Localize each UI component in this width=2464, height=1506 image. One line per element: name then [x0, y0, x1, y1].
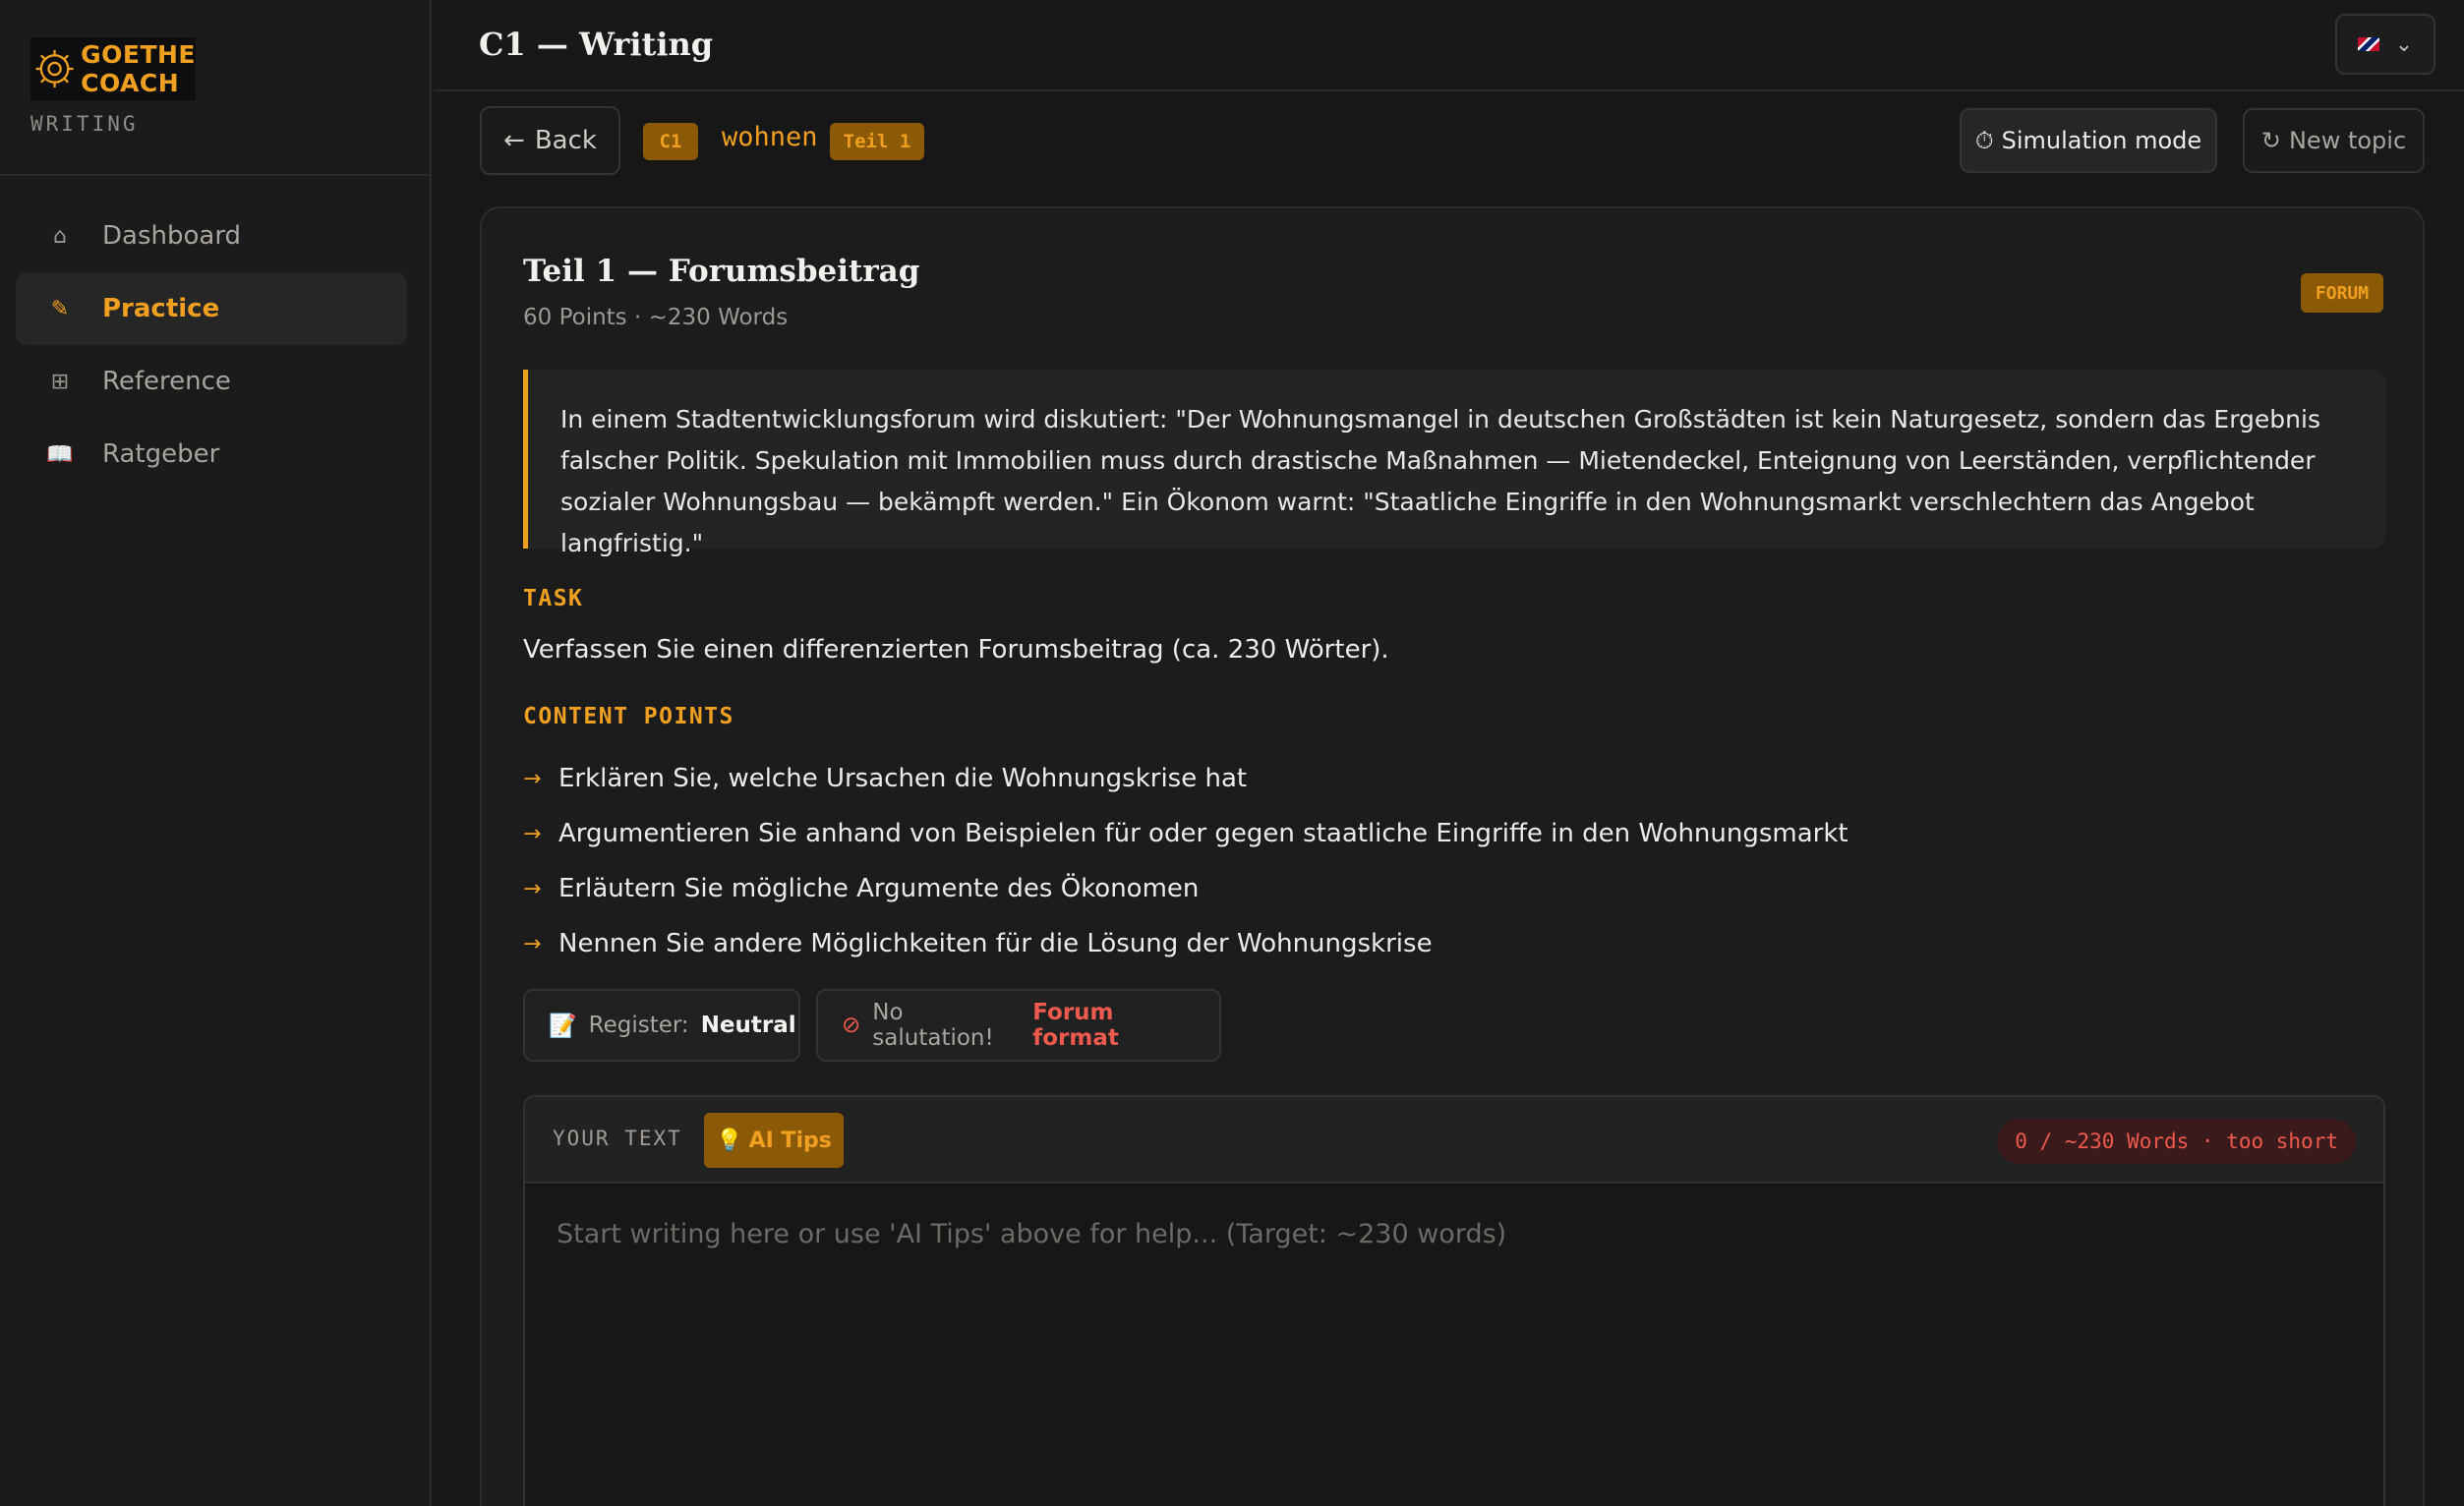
new-topic-label: New topic [2288, 127, 2407, 154]
logo-line-1: GOETHE [81, 40, 196, 69]
pencil-icon: ✎ [50, 296, 70, 321]
point-text: Nennen Sie andere Möglichkeiten für die … [558, 929, 1433, 958]
arrow-right-icon: → [523, 821, 542, 846]
arrow-right-icon: → [523, 931, 542, 956]
sidebar-item-label: Ratgeber [102, 439, 220, 469]
list-item: → Argumentieren Sie anhand von Beispiele… [523, 806, 1848, 861]
sidebar-item-label: Practice [102, 294, 220, 323]
prompt-quote: In einem Stadtentwicklungsforum wird dis… [523, 370, 2385, 557]
point-text: Erklären Sie, welche Ursachen die Wohnun… [558, 764, 1248, 793]
task-text: Verfassen Sie einen differenzierten Foru… [523, 635, 1389, 665]
part-badge: Teil 1 [830, 123, 924, 160]
brand[interactable]: GOETHE COACH WRITING [30, 37, 196, 136]
list-item: → Erläutern Sie mögliche Argumente des Ö… [523, 861, 1848, 916]
register-prefix: Register: [588, 1013, 689, 1038]
topic-label: wohnen [722, 122, 818, 152]
refresh-icon: ↻ [2260, 127, 2281, 154]
task-label: TASK [523, 586, 584, 611]
point-text: Argumentieren Sie anhand von Beispielen … [558, 819, 1848, 848]
logo-gear-icon [35, 49, 74, 88]
memo-icon: 📝 [549, 1013, 577, 1039]
book-icon: 📖 [46, 441, 74, 467]
sidebar: GOETHE COACH WRITING ⌂ Dashboard ✎ Pract… [0, 0, 432, 1506]
level-badge: C1 [643, 123, 698, 160]
language-selector[interactable]: ⌄ [2335, 14, 2435, 75]
chevron-down-icon: ⌄ [2394, 31, 2414, 57]
sidebar-item-ratgeber[interactable]: 📖 Ratgeber [16, 418, 407, 491]
task-card: Teil 1 — Forumsbeitrag 60 Points · ~230 … [480, 206, 2425, 1506]
new-topic-button[interactable]: ↻ New topic [2243, 108, 2425, 173]
point-text: Erläutern Sie mögliche Argumente des Öko… [558, 874, 1200, 903]
sidebar-item-label: Reference [102, 367, 231, 396]
grid-icon: ⊞ [50, 369, 70, 394]
sidebar-item-dashboard[interactable]: ⌂ Dashboard [16, 200, 407, 272]
arrow-right-icon: → [523, 876, 542, 901]
arrow-right-icon: → [523, 766, 542, 791]
your-text-label: YOUR TEXT [553, 1127, 682, 1150]
sidebar-nav: ⌂ Dashboard ✎ Practice ⊞ Reference 📖 Rat… [16, 200, 407, 491]
salutation-pill: ⊘ No salutation! Forum format [816, 989, 1221, 1062]
task-title: Teil 1 — Forumsbeitrag [523, 254, 920, 289]
content-points-label: CONTENT POINTS [523, 704, 734, 729]
simulation-mode-button[interactable]: ⏱ Simulation mode [1960, 108, 2217, 173]
answer-textarea[interactable] [525, 1184, 2383, 1506]
back-button[interactable]: ← Back [480, 106, 620, 175]
logo: GOETHE COACH [30, 37, 196, 100]
word-count-badge: 0 / ~230 Words · too short [1997, 1119, 2356, 1164]
lightbulb-icon: 💡 [716, 1128, 743, 1153]
logo-text: GOETHE COACH [81, 40, 196, 97]
list-item: → Erklären Sie, welche Ursachen die Wohn… [523, 751, 1848, 806]
no-entry-icon: ⊘ [842, 1013, 861, 1038]
forum-badge: FORUM [2301, 273, 2383, 313]
text-editor: YOUR TEXT 💡 AI Tips 0 / ~230 Words · too… [523, 1095, 2385, 1506]
timer-icon: ⏱ [1974, 127, 1994, 154]
editor-header: YOUR TEXT 💡 AI Tips 0 / ~230 Words · too… [525, 1097, 2383, 1184]
salutation-value: Forum format [1032, 1000, 1119, 1051]
home-icon: ⌂ [53, 223, 67, 249]
back-button-label: Back [534, 126, 597, 155]
sidebar-item-label: Dashboard [102, 221, 242, 251]
task-toolbar: ← Back C1 wohnen Teil 1 ⏱ Simulation mod… [480, 106, 2425, 175]
page-title: C1 — Writing [479, 26, 714, 63]
register-pill: 📝 Register: Neutral [523, 989, 800, 1062]
ai-tips-button[interactable]: 💡 AI Tips [704, 1113, 844, 1168]
brand-subtitle: WRITING [30, 112, 139, 136]
sidebar-item-practice[interactable]: ✎ Practice [16, 272, 407, 345]
uk-flag-icon [2357, 37, 2379, 51]
top-header: C1 — Writing ⌄ [434, 0, 2464, 91]
list-item: → Nennen Sie andere Möglichkeiten für di… [523, 916, 1848, 971]
ai-tips-label: AI Tips [748, 1128, 832, 1153]
salutation-prefix: No salutation! [872, 1000, 994, 1051]
logo-line-2: COACH [81, 69, 180, 97]
simulation-mode-label: Simulation mode [2001, 127, 2202, 154]
content-points-list: → Erklären Sie, welche Ursachen die Wohn… [523, 751, 1848, 971]
register-value: Neutral [700, 1013, 796, 1038]
sidebar-item-reference[interactable]: ⊞ Reference [16, 345, 407, 418]
sidebar-divider [0, 174, 432, 176]
task-meta: 60 Points · ~230 Words [523, 305, 789, 330]
arrow-left-icon: ← [503, 126, 525, 155]
